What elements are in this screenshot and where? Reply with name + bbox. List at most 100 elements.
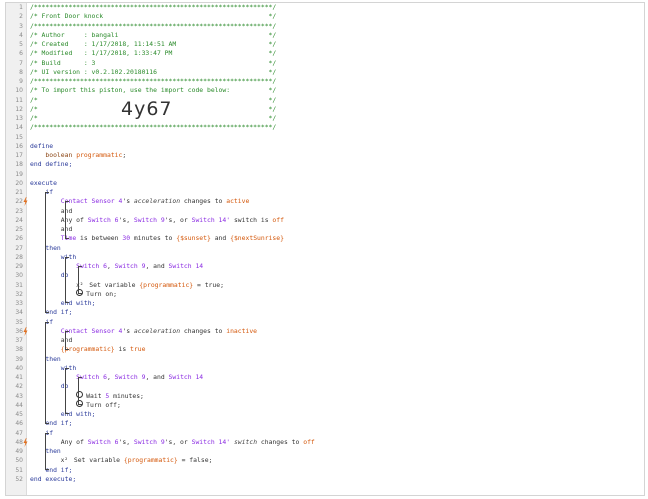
code-text: Turn off; [30, 400, 121, 410]
code-text: if [30, 188, 53, 197]
import-code: 4y67 [121, 98, 173, 120]
code-text: {programmatic} is true [30, 345, 146, 354]
code-text: end if; [30, 466, 72, 475]
code-text: Time is between 30 minutes to {$sunset} … [30, 234, 284, 243]
condition-guide-foot [65, 237, 69, 239]
line-number: 14 [15, 124, 23, 132]
code-line: 33 end with; [6, 299, 644, 308]
code-token: 's, or [164, 437, 192, 446]
code-text: /***************************************… [30, 22, 276, 31]
line-number: 12 [15, 105, 23, 113]
code-line: 4 /* Author : bangali */ [6, 31, 644, 40]
code-token: minutes to [130, 234, 177, 243]
code-text: Turn on; [30, 289, 117, 299]
code-line: 52 end execute; [6, 475, 644, 484]
code-line: 25 and [6, 225, 644, 234]
code-token: Wait [86, 391, 106, 400]
if-block-guide [45, 192, 46, 313]
line-number: 33 [15, 300, 23, 307]
code-text: do [30, 271, 69, 280]
line-number: 39 [15, 355, 23, 363]
code-token: Switch 6 [87, 215, 119, 224]
with-block-guide [65, 368, 66, 415]
with-block-guide-cap [65, 368, 69, 370]
code-line: 22 Contact Sensor 4's acceleration chang… [6, 197, 644, 207]
code-token: changes to [257, 437, 304, 446]
code-text: /* Created : 1/17/2018, 11:14:51 AM */ [30, 40, 276, 49]
code-token: programmatic [76, 151, 123, 159]
code-line: 16 define [6, 142, 644, 151]
code-text: /* Author : bangali */ [30, 31, 276, 40]
code-token: /* Build : 3 */ [30, 58, 277, 67]
code-text: if [30, 318, 53, 327]
code-token: Switch 14' [191, 215, 231, 224]
line-number: 30 [15, 272, 23, 280]
code-text: Switch 6, Switch 9, and Switch 14 [30, 373, 203, 382]
code-token: end if; [45, 308, 73, 317]
code-lines: 1 /**************************************… [6, 3, 644, 484]
code-line: 46 end if; [6, 419, 644, 428]
code-line: 17 boolean programmatic; [6, 151, 644, 160]
line-number: 6 [19, 50, 23, 58]
code-line: 47 if [6, 429, 644, 438]
code-text: execute [30, 179, 57, 188]
line-number: 9 [19, 78, 23, 85]
line-number: 40 [15, 364, 23, 372]
piston-code-editor: 1 /**************************************… [5, 2, 645, 496]
line-number: 17 [15, 152, 23, 159]
code-token: /* Author : bangali */ [30, 30, 277, 39]
code-token: true [130, 345, 146, 354]
code-token: minutes; [109, 391, 144, 400]
code-token: 's [122, 197, 134, 206]
code-line: 29 Switch 6, Switch 9, and Switch 14 [6, 262, 644, 271]
code-token: /* Created : 1/17/2018, 11:14:51 AM */ [30, 40, 277, 48]
code-line: 24 Any of Switch 6's, Switch 9's, or Swi… [6, 216, 644, 225]
line-number: 36 [15, 327, 23, 335]
code-token: switch [233, 437, 258, 446]
code-text: /* Front Door knock */ [30, 12, 276, 21]
code-line: 11/* */ [6, 96, 644, 105]
code-text: /* Build : 3 */ [30, 59, 276, 68]
code-text: do [30, 382, 69, 391]
code-text: Any of Switch 6's, Switch 9's, or Switch… [30, 216, 284, 225]
code-token: /* UI version : v0.2.102.20180116 */ [30, 67, 277, 76]
line-number: 28 [15, 253, 23, 261]
code-line: 31 x² Set variable {programmatic} = true… [6, 281, 644, 290]
code-line: 51 end if; [6, 466, 644, 475]
line-number: 48 [15, 438, 23, 446]
code-text: /***************************************… [30, 77, 276, 86]
condition-guide-cap [65, 201, 69, 203]
line-number: 27 [15, 244, 23, 252]
code-token: , and [145, 373, 169, 381]
code-line: 14 /*************************************… [6, 123, 644, 132]
code-line: 9 /**************************************… [6, 77, 644, 86]
code-text: end define; [30, 160, 72, 169]
code-text: Switch 6, Switch 9, and Switch 14 [30, 262, 203, 271]
code-text: Any of Switch 6's, Switch 9's, or Switch… [30, 438, 315, 447]
code-text: end if; [30, 308, 72, 317]
code-token: Switch 14' [191, 437, 231, 446]
if-block-guide-cap [45, 432, 49, 434]
variable-icon: x² [60, 457, 69, 465]
code-line: 45 end with; [6, 410, 644, 419]
with-block-guide-cap [65, 257, 69, 259]
code-text: end execute; [30, 475, 76, 484]
line-number: 25 [15, 226, 23, 233]
line-number: 44 [15, 401, 23, 409]
line-number: 38 [15, 346, 23, 354]
code-token: /* Modified : 1/17/2018, 1:33:47 PM */ [30, 49, 277, 58]
code-token: /***************************************… [30, 77, 277, 85]
code-token: off [303, 437, 315, 446]
line-number: 51 [15, 466, 23, 474]
code-line: 12/* */ [6, 105, 644, 114]
code-token: active [226, 197, 250, 206]
code-line: 7 /* Build : 3 */ [6, 59, 644, 68]
line-number: 8 [19, 68, 23, 76]
do-block-guide-cap [78, 377, 82, 379]
